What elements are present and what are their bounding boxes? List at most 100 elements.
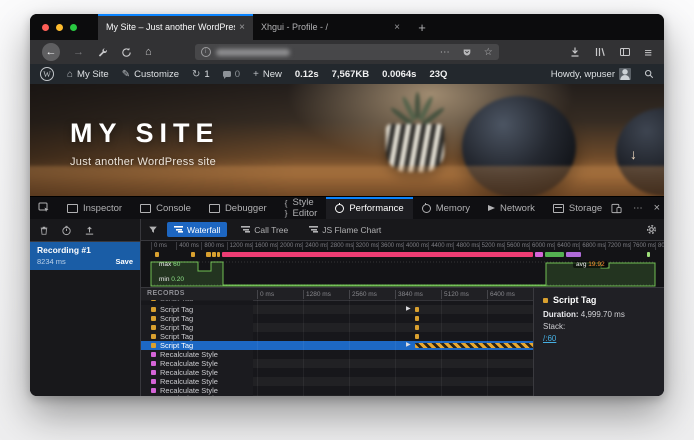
forward-button[interactable]: → [73, 47, 84, 58]
new-tab-button[interactable]: + [408, 14, 436, 40]
view-waterfall[interactable]: Waterfall [167, 222, 227, 237]
view-call-tree[interactable]: Call Tree [234, 222, 295, 237]
ruler-tick: 6800 ms [579, 242, 605, 250]
tab-label: Style Editor [293, 197, 318, 219]
tab-label: Debugger [225, 203, 267, 214]
view-js-flame-chart[interactable]: JS Flame Chart [302, 222, 388, 237]
bookmark-star-icon[interactable]: ☆ [484, 47, 493, 58]
record-label-cell: Recalculate Style [141, 350, 253, 359]
script-tag-icon [151, 334, 156, 339]
tab-style-editor[interactable]: { } Style Editor [276, 197, 327, 219]
home-icon[interactable]: ⌂ [145, 47, 152, 58]
sidebar-toggle-icon[interactable] [619, 46, 631, 58]
save-recording-link[interactable]: Save [115, 257, 133, 266]
wp-logo-icon[interactable]: W [40, 67, 54, 81]
devtools-menu-icon[interactable]: ⋯ [633, 203, 643, 214]
howdy-menu[interactable]: Howdy, wpuser [551, 68, 631, 80]
record-label-cell: Recalculate Style [141, 386, 253, 395]
library-icon[interactable] [594, 46, 606, 58]
close-tab-icon[interactable]: × [239, 22, 245, 33]
adminbar-comments[interactable]: 0 [223, 69, 240, 80]
adminbar-my-site[interactable]: ⌂ My Site [67, 69, 109, 80]
reload-icon[interactable] [121, 47, 132, 58]
ruler-tick: 3840 ms [395, 290, 423, 299]
tab-label: Performance [349, 203, 403, 214]
framerate-avg-label: avg 19.92 [573, 261, 608, 268]
download-icon[interactable] [569, 46, 581, 58]
ruler-tick: 5200 ms [479, 242, 505, 250]
close-devtools-icon[interactable]: × [654, 202, 660, 214]
adminbar-updates[interactable]: ↻ 1 [192, 69, 210, 80]
tab-debugger[interactable]: Debugger [200, 197, 276, 219]
responsive-mode-icon[interactable] [611, 203, 622, 214]
update-count: 1 [204, 69, 209, 80]
record-name: Script Tag [160, 305, 193, 314]
style-editor-icon: { } [285, 198, 288, 218]
browser-tab-my-site[interactable]: My Site – Just another WordPress s × [98, 14, 253, 40]
back-button[interactable]: ← [42, 43, 60, 61]
devtools-toolbar: InspectorConsole Debugger { } Style Editor P… [30, 196, 664, 219]
tab-performance[interactable]: Performance [326, 197, 412, 219]
recordings-sidebar: Recording #1 8234 ms Save [30, 219, 141, 396]
import-recording-icon[interactable] [84, 225, 95, 236]
scroll-down-arrow-icon[interactable]: ↓ [630, 146, 637, 162]
profiler-stats: 0.12s7,567KB0.0064s23Q [295, 69, 451, 80]
js-flame-chart-icon [309, 226, 318, 233]
tab-inspector[interactable]: Inspector [58, 197, 131, 219]
page-actions-icon[interactable]: ⋯ [440, 47, 450, 58]
debugger-icon [209, 204, 220, 213]
ruler-tick: 4000 ms [403, 242, 429, 250]
pocket-icon[interactable] [462, 47, 472, 57]
expand-arrow-icon[interactable]: ▶ [406, 342, 411, 349]
minimize-window-button[interactable] [56, 24, 63, 31]
tab-memory[interactable]: Memory [413, 197, 479, 219]
gear-icon[interactable] [646, 224, 657, 235]
profiler-stat: 23Q [429, 69, 447, 80]
recording-name: Recording #1 [37, 245, 133, 255]
ruler-tick: 400 ms [176, 242, 199, 250]
overview-marker [647, 252, 650, 257]
overview-marker [566, 252, 580, 257]
recording-list-item[interactable]: Recording #1 8234 ms Save [30, 242, 140, 270]
wrench-icon[interactable] [97, 47, 108, 58]
inspector-icon [67, 204, 78, 213]
url-bar[interactable]: i ⋯ ☆ [195, 44, 499, 60]
info-icon[interactable]: i [201, 47, 211, 57]
close-tab-icon[interactable]: × [394, 22, 400, 33]
tab-network[interactable]: Network [479, 197, 544, 219]
storage-icon [553, 204, 564, 213]
search-icon[interactable] [644, 69, 654, 79]
ruler-tick: 5120 ms [441, 290, 469, 299]
profiler-stat: 7,567KB [332, 69, 370, 80]
recalculate-style-icon [151, 352, 156, 357]
record-name: Recalculate Style [160, 368, 218, 377]
close-window-button[interactable] [42, 24, 49, 31]
overview-marker [212, 252, 216, 257]
profiler-stat: 0.12s [295, 69, 319, 80]
browser-window: My Site – Just another WordPress s × Xhg… [30, 14, 664, 396]
menu-icon[interactable]: ≡ [644, 45, 652, 60]
filter-funnel-icon[interactable] [148, 225, 158, 235]
tab-storage[interactable]: Storage [544, 197, 611, 219]
network-icon [488, 205, 495, 211]
ruler-tick: 2800 ms [327, 242, 353, 250]
record-icon[interactable] [61, 225, 72, 236]
clear-recordings-icon[interactable] [39, 225, 49, 236]
browser-tab-xhgui[interactable]: Xhgui - Profile - / × [253, 14, 408, 40]
script-tag-icon [151, 343, 156, 348]
adminbar-new[interactable]: + New [253, 69, 282, 80]
expand-arrow-icon[interactable]: ▶ [406, 306, 411, 313]
performance-view-toolbar: Waterfall Call Tree JS Flame Chart [141, 219, 664, 241]
timeline-bar [415, 316, 419, 321]
stack-frame-link[interactable]: /:60 [543, 334, 556, 343]
call-tree-icon [241, 226, 250, 233]
zoom-window-button[interactable] [70, 24, 77, 31]
plus-icon: + [253, 69, 259, 80]
adminbar-customize[interactable]: ✎ Customize [122, 69, 179, 80]
ruler-tick: 5600 ms [504, 242, 530, 250]
window-controls [30, 14, 98, 40]
timeline-overview[interactable]: 0 ms400 ms800 ms1200 ms1600 ms2000 ms240… [141, 241, 664, 288]
tab-console[interactable]: Console [131, 197, 200, 219]
pick-element-icon[interactable] [30, 202, 58, 214]
my-site-label: My Site [77, 69, 109, 80]
